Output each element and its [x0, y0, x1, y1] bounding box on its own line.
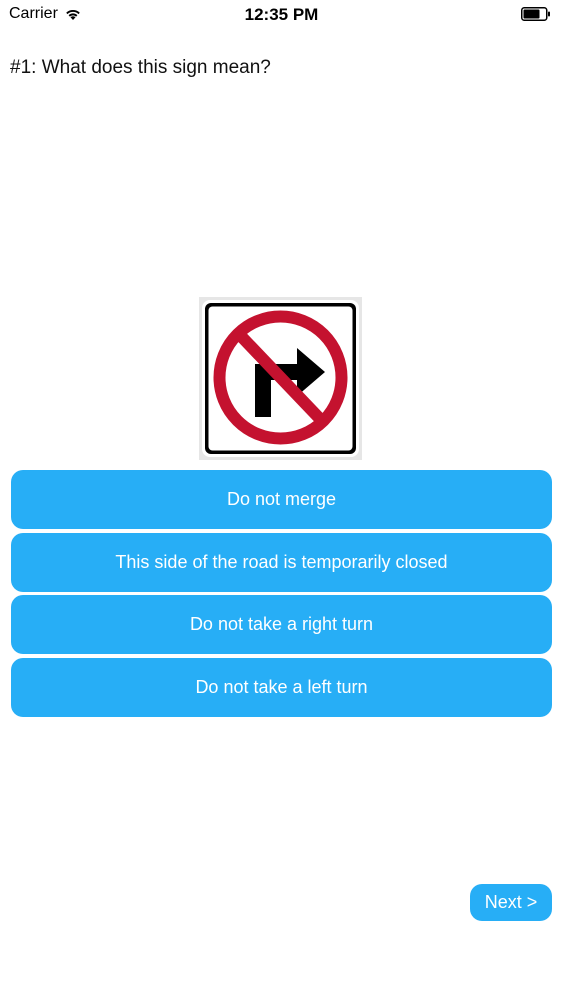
status-time: 12:35 PM: [244, 5, 319, 24]
answer-button-2[interactable]: This side of the road is temporarily clo…: [11, 533, 552, 592]
battery-icon: [521, 7, 551, 21]
question-text: #1: What does this sign mean?: [10, 57, 271, 78]
answer-button-3[interactable]: Do not take a right turn: [11, 595, 552, 654]
no-right-turn-sign-icon: [199, 297, 362, 460]
status-bar: Carrier 12:35 PM: [0, 0, 563, 30]
answer-button-1[interactable]: Do not merge: [11, 470, 552, 529]
answer-button-4[interactable]: Do not take a left turn: [11, 658, 552, 717]
next-button[interactable]: Next >: [470, 884, 552, 921]
